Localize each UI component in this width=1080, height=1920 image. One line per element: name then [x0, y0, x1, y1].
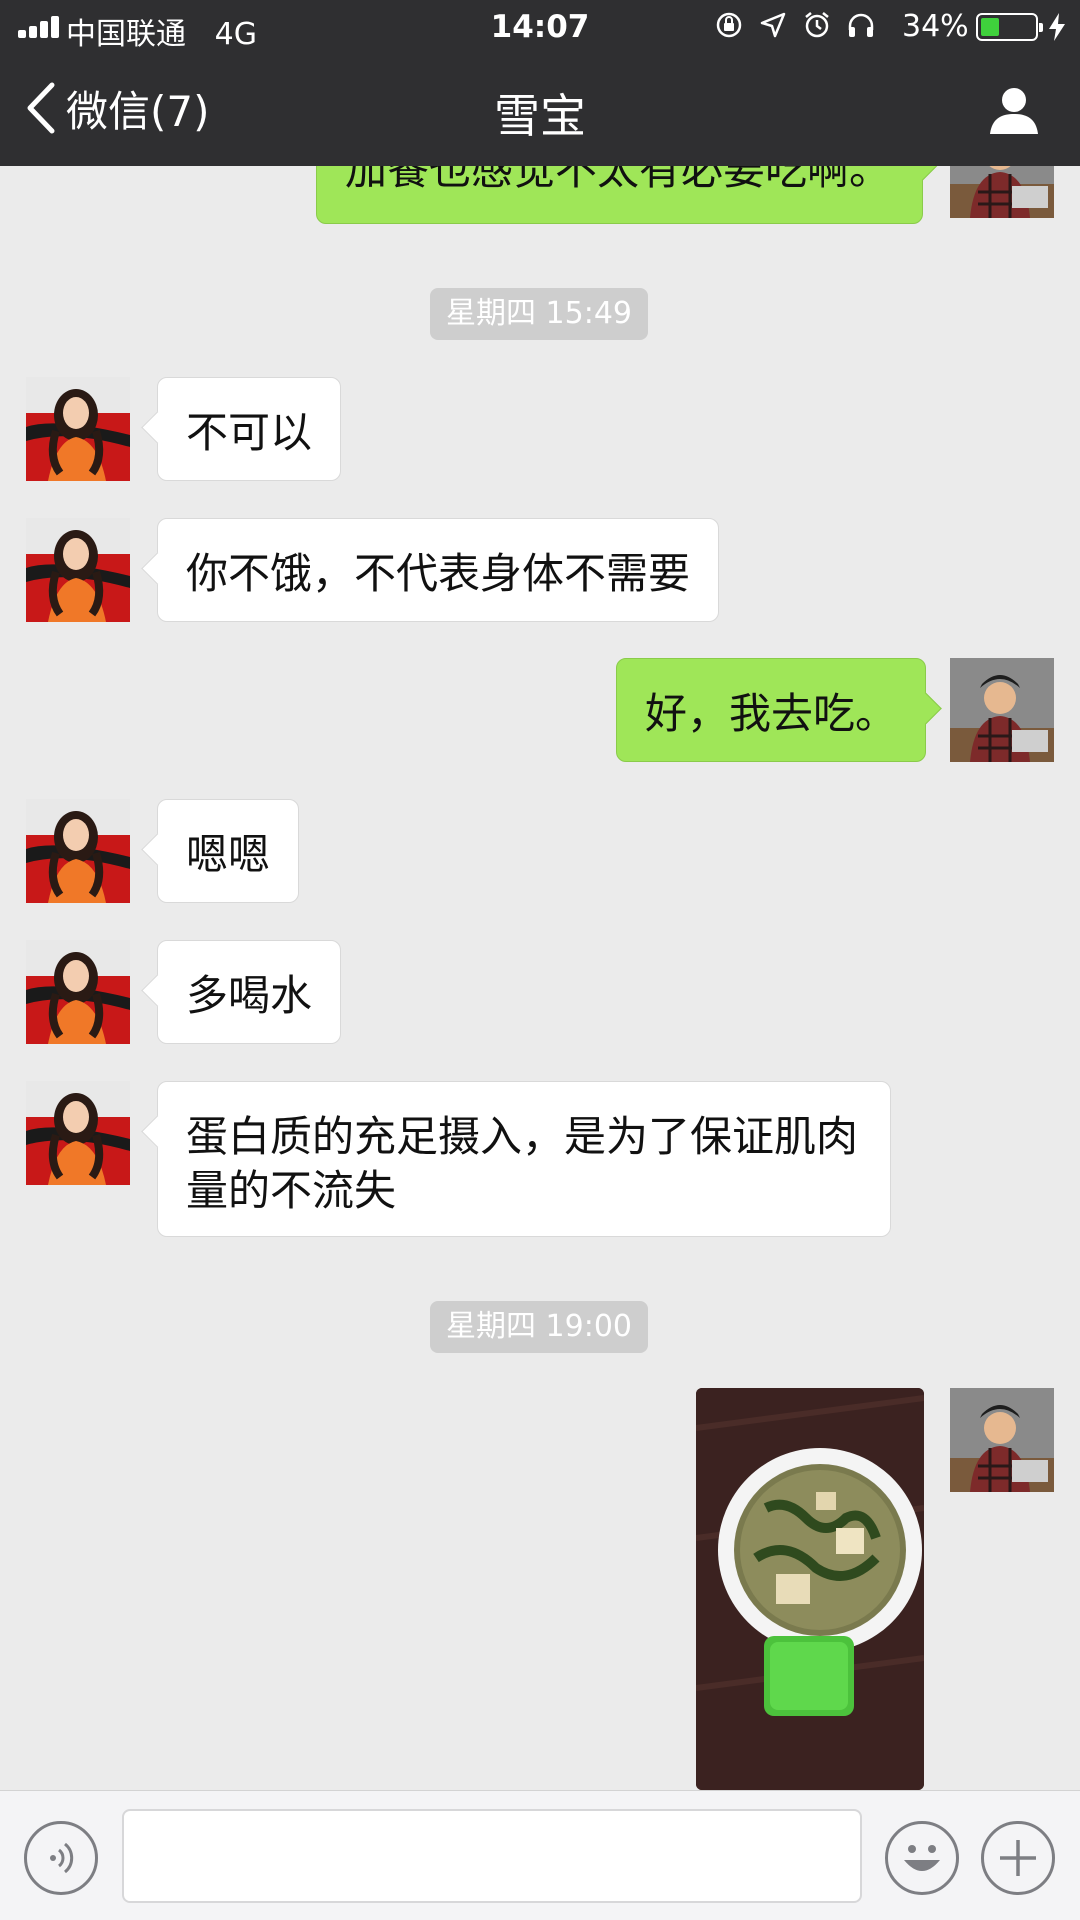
avatar-self[interactable] — [950, 166, 1054, 218]
charging-icon — [1049, 13, 1065, 41]
avatar-contact[interactable] — [26, 518, 130, 622]
message-text: 好，我去吃。 — [645, 689, 898, 738]
avatar-contact[interactable] — [26, 1081, 130, 1185]
status-bar: 中国联通 4G 14:07 34% — [0, 0, 1080, 54]
plus-button[interactable] — [981, 1821, 1055, 1895]
timestamp: 星期四 15:49 — [430, 288, 648, 340]
alarm-icon — [802, 10, 832, 40]
message-input[interactable] — [122, 1809, 862, 1903]
avatar-contact[interactable] — [26, 940, 130, 1044]
message-list[interactable]: 加餐也感觉不太有必要吃啊。 星期四 15:49 不可以 你不饿，不代表身体不需要… — [0, 166, 1080, 1790]
message-bubble-incoming[interactable]: 不可以 — [157, 377, 342, 481]
chat-title: 雪宝 — [494, 89, 586, 143]
avatar-self[interactable] — [950, 658, 1054, 762]
message-text: 不可以 — [186, 408, 313, 457]
voice-icon — [50, 1842, 74, 1874]
plus-icon — [1000, 1840, 1036, 1876]
avatar-contact[interactable] — [26, 377, 130, 481]
battery-icon — [976, 13, 1043, 41]
message-bubble-outgoing[interactable]: 加餐也感觉不太有必要吃啊。 — [316, 166, 923, 224]
message-text: 你不饿，不代表身体不需要 — [186, 549, 691, 598]
emoji-button[interactable] — [885, 1821, 959, 1895]
message-bubble-incoming[interactable]: 嗯嗯 — [157, 799, 300, 903]
chat-screen: 中国联通 4G 14:07 34% 微信(7) 雪宝 加餐也感觉不太有必要吃啊。… — [0, 0, 1080, 1920]
message-bubble-incoming[interactable]: 你不饿，不代表身体不需要 — [157, 518, 720, 622]
headphones-icon — [846, 10, 876, 40]
message-text: 蛋白质的充足摄入，是为了保证肌肉量的不流失 — [186, 1112, 859, 1215]
message-bubble-outgoing[interactable]: 好，我去吃。 — [616, 658, 927, 762]
message-text: 嗯嗯 — [186, 830, 271, 879]
orientation-lock-icon — [714, 10, 744, 40]
battery-percent: 34% — [902, 9, 969, 44]
emoji-icon — [904, 1845, 940, 1871]
person-icon[interactable] — [988, 84, 1040, 136]
message-bubble-incoming[interactable]: 蛋白质的充足摄入，是为了保证肌肉量的不流失 — [157, 1081, 891, 1237]
location-icon — [758, 10, 788, 40]
image-message[interactable] — [696, 1388, 924, 1790]
avatar-contact[interactable] — [26, 799, 130, 903]
message-text: 多喝水 — [186, 971, 313, 1020]
status-icons — [714, 10, 876, 40]
battery-fill — [981, 18, 999, 36]
message-bubble-incoming[interactable]: 多喝水 — [157, 940, 342, 1044]
voice-button[interactable] — [24, 1821, 98, 1895]
input-bar — [0, 1790, 1080, 1920]
nav-bar: 微信(7) 雪宝 — [0, 54, 1080, 166]
avatar-self[interactable] — [950, 1388, 1054, 1492]
top-bar: 中国联通 4G 14:07 34% 微信(7) 雪宝 — [0, 0, 1080, 166]
message-text: 加餐也感觉不太有必要吃啊。 — [345, 166, 892, 194]
timestamp: 星期四 19:00 — [430, 1301, 648, 1353]
